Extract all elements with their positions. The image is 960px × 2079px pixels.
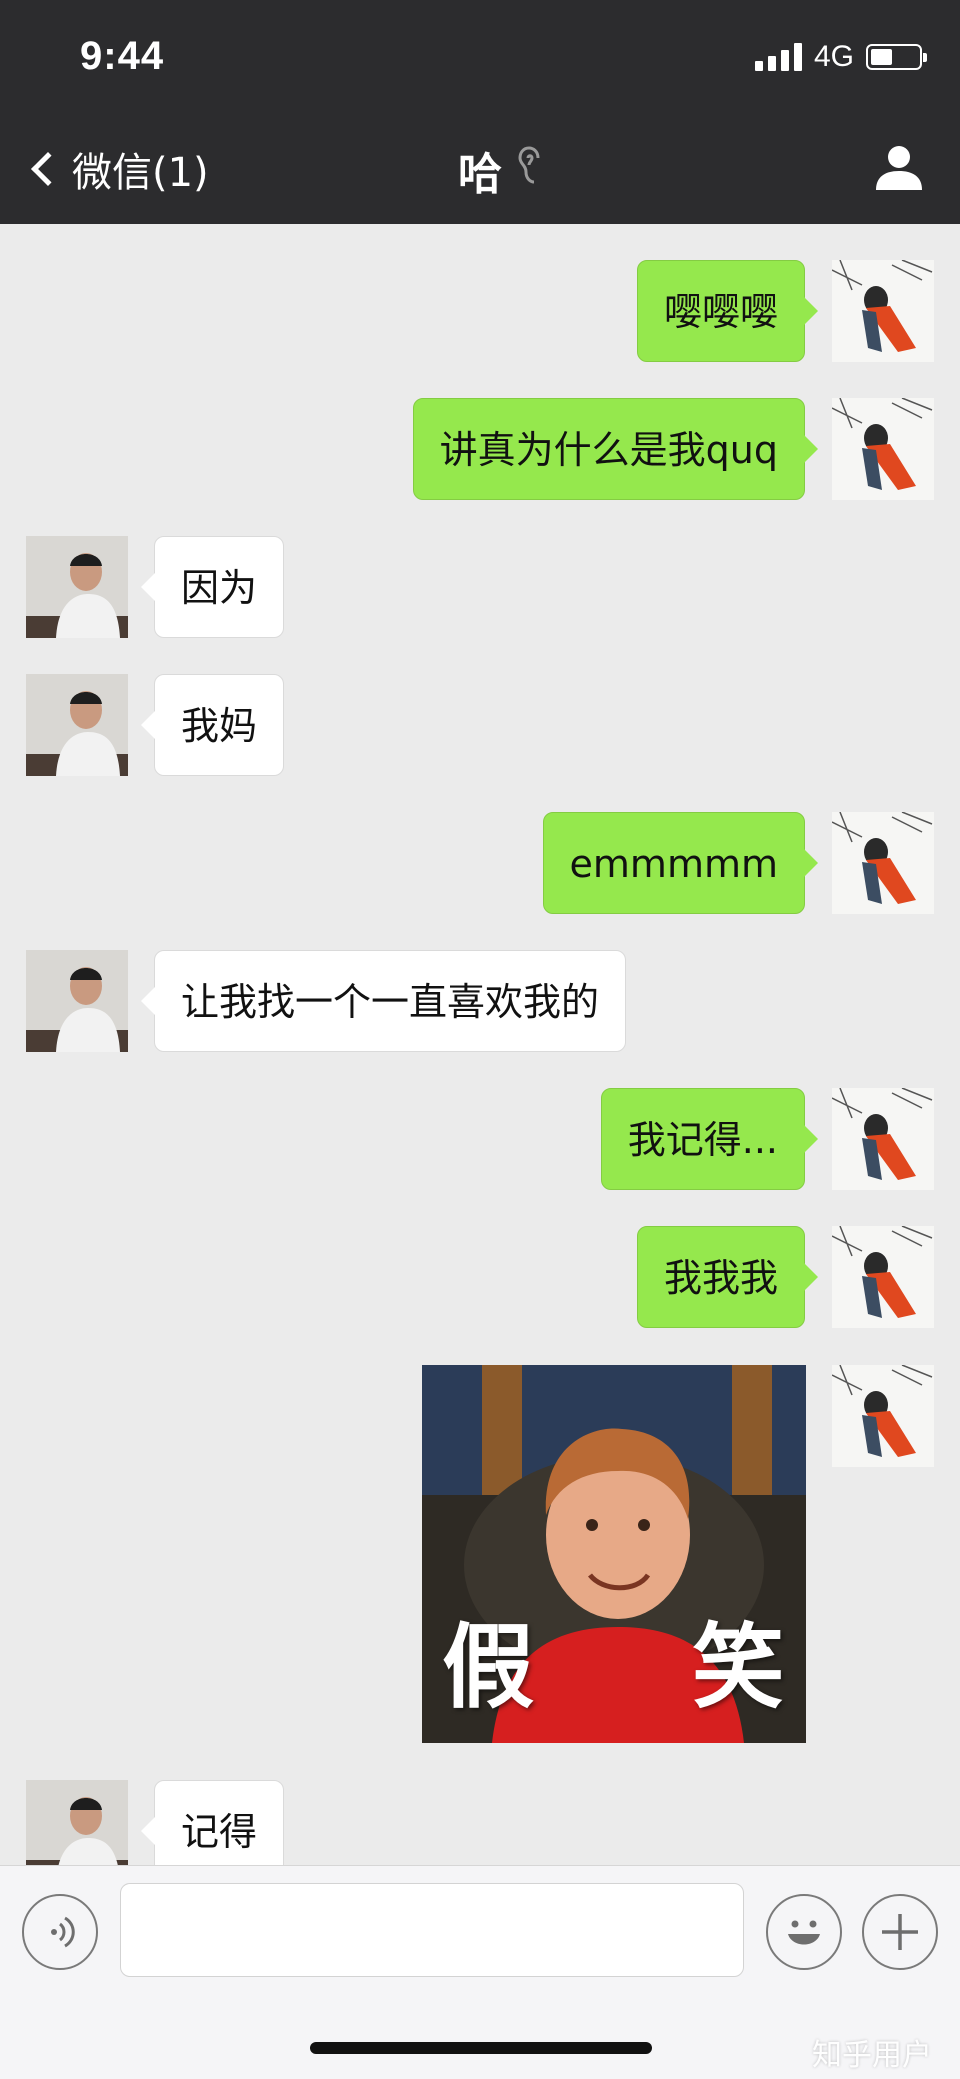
voice-button[interactable] xyxy=(22,1894,98,1970)
status-indicators: 4G xyxy=(754,40,927,74)
sticker-caption-right: 笑 xyxy=(692,1614,785,1721)
message-bubble-incoming[interactable]: 让我找一个一直喜欢我的 xyxy=(140,950,627,1052)
message-bubble-outgoing[interactable]: emmmmm xyxy=(542,812,819,914)
message-input[interactable] xyxy=(120,1883,744,1977)
chat-title: 哈 xyxy=(458,149,502,200)
voice-icon xyxy=(51,1916,75,1948)
contact-avatar[interactable] xyxy=(26,950,128,1052)
watermark: 知乎用户 xyxy=(812,2038,932,2073)
message-bubble-outgoing[interactable]: 我记得... xyxy=(600,1088,819,1190)
home-indicator[interactable] xyxy=(310,2042,652,2054)
status-time: 9:44 xyxy=(80,34,165,78)
header: 9:44 4G 微信(1) 哈 xyxy=(0,0,960,224)
profile-icon[interactable] xyxy=(874,142,924,192)
signal-icon xyxy=(754,43,802,71)
sticker-caption-left: 假 xyxy=(442,1614,535,1721)
ear-icon xyxy=(518,146,540,184)
message-bubble-outgoing[interactable]: 讲真为什么是我quq xyxy=(412,398,819,500)
my-avatar[interactable] xyxy=(832,260,934,362)
my-avatar[interactable] xyxy=(832,1226,934,1328)
plus-icon xyxy=(882,1914,918,1950)
emoji-button[interactable] xyxy=(766,1894,842,1970)
sticker-image[interactable]: 假 笑 xyxy=(422,1365,806,1743)
message-bubble-incoming[interactable]: 我妈 xyxy=(140,674,285,776)
add-button[interactable] xyxy=(862,1894,938,1970)
network-label: 4G xyxy=(813,40,854,73)
emoji-icon xyxy=(788,1920,820,1945)
battery-icon xyxy=(866,44,927,70)
message-bubble-outgoing[interactable]: 我我我 xyxy=(636,1226,819,1328)
contact-avatar[interactable] xyxy=(26,536,128,638)
my-avatar[interactable] xyxy=(832,398,934,500)
contact-avatar[interactable] xyxy=(26,674,128,776)
message-bubble-incoming[interactable]: 因为 xyxy=(140,536,285,638)
my-avatar[interactable] xyxy=(832,1088,934,1190)
message-bubble-outgoing[interactable]: 嘤嘤嘤 xyxy=(636,260,819,362)
my-avatar[interactable] xyxy=(832,1365,934,1467)
my-avatar[interactable] xyxy=(832,812,934,914)
